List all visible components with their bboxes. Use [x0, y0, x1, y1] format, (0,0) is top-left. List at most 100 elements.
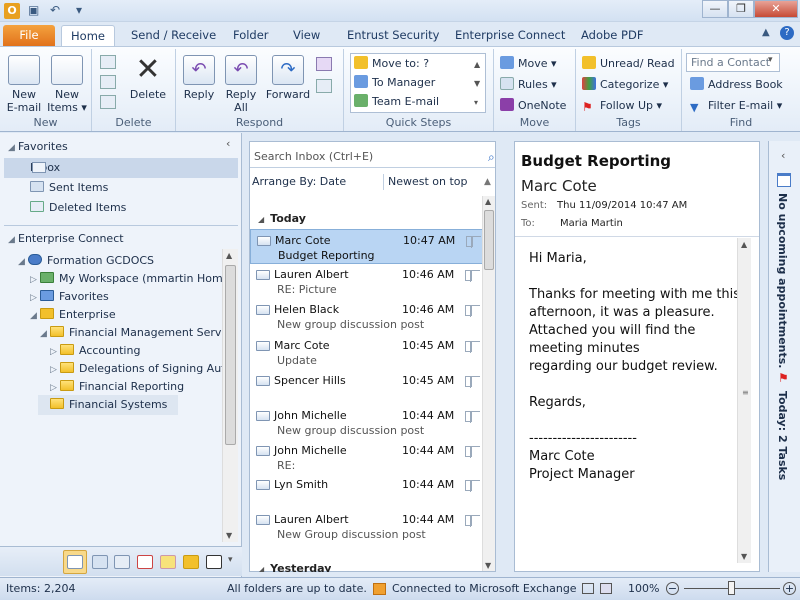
normal-view-icon[interactable] [582, 583, 594, 594]
nav-scrollbar-thumb[interactable] [225, 265, 236, 445]
tab-view[interactable]: View [283, 25, 330, 46]
configure-buttons-icon[interactable]: ▾ [228, 555, 233, 565]
customize-qat-icon[interactable]: ▾ [76, 3, 82, 17]
reply-all-button[interactable]: ↶ Reply All [220, 51, 262, 114]
outlook-app-icon[interactable]: O [4, 3, 20, 19]
arrange-by-button[interactable]: Arrange By: Date [252, 172, 346, 192]
tab-home[interactable]: Home [61, 25, 115, 46]
favorites-header[interactable]: ◢ Favorites [8, 137, 68, 157]
onenote-button[interactable]: OneNote [500, 96, 566, 115]
group-header-yesterday[interactable]: ◢ Yesterday [258, 562, 331, 572]
filter-email-button[interactable]: ▼ Filter E-mail ▾ [690, 96, 782, 115]
ignore-icon[interactable] [100, 55, 116, 69]
follow-up-button[interactable]: ⚑ Follow Up ▾ [582, 96, 662, 115]
flag-icon[interactable] [470, 411, 480, 423]
message-row[interactable]: Lauren Albert 10:44 AM New Group discuss… [250, 509, 482, 544]
message-row[interactable]: Helen Black 10:46 AM New group discussio… [250, 299, 482, 334]
tree-financial-management[interactable]: ◢ Financial Management Servic [40, 323, 222, 343]
message-row[interactable]: John Michelle 10:44 AM RE: [250, 440, 482, 475]
move-button[interactable]: Move ▾ [500, 54, 557, 73]
find-contact-input[interactable]: Find a Contact [686, 53, 780, 72]
send-receive-all-icon[interactable]: ▣ [28, 3, 39, 17]
expand-todo-icon[interactable]: ‹ [781, 149, 785, 162]
message-row[interactable]: Lyn Smith 10:44 AM [250, 474, 482, 509]
tree-financial-systems[interactable]: Financial Systems [38, 395, 178, 415]
nav-item-deleted-items[interactable]: Deleted Items [30, 198, 126, 218]
tree-formation-gcdocs[interactable]: ◢ Formation GCDOCS [18, 251, 154, 271]
tree-accounting[interactable]: ▷ Accounting [50, 341, 140, 361]
message-list-scrollbar[interactable]: ▲ ▼ [482, 196, 495, 571]
close-button[interactable]: ✕ [754, 0, 798, 18]
tab-send-receive[interactable]: Send / Receive [121, 25, 226, 46]
zoom-out-icon[interactable]: − [666, 582, 679, 595]
nav-scrollbar[interactable]: ▲ ▼ [222, 249, 238, 542]
nav-item-sent-items[interactable]: Sent Items [30, 178, 108, 198]
exchange-status[interactable]: Connected to Microsoft Exchange [392, 578, 577, 599]
quick-step-team-email[interactable]: Team E-mail [351, 92, 485, 111]
categorize-button[interactable]: Categorize ▾ [582, 75, 668, 94]
find-contact-dropdown-icon[interactable]: ▾ [768, 55, 773, 65]
sort-order-button[interactable]: Newest on top [388, 172, 468, 192]
quick-step-to-manager[interactable]: To Manager [351, 73, 485, 92]
tree-my-workspace[interactable]: ▷ My Workspace (mmartin Home) [30, 269, 234, 289]
sort-direction-icon[interactable]: ▲ [484, 172, 491, 192]
address-book-button[interactable]: Address Book [690, 75, 783, 94]
search-inbox-input[interactable]: Search Inbox (Ctrl+E) [250, 148, 495, 168]
message-row[interactable]: Spencer Hills 10:45 AM [250, 370, 482, 405]
message-row[interactable]: Marc Cote 10:47 AM Budget Reporting [250, 229, 494, 264]
group-header-today[interactable]: ◢ Today [258, 212, 306, 225]
tree-delegations[interactable]: ▷ Delegations of Signing Auth [50, 359, 222, 379]
minimize-ribbon-icon[interactable]: ▲ [762, 27, 770, 38]
message-row[interactable]: Marc Cote 10:45 AM Update [250, 335, 482, 370]
tree-financial-reporting[interactable]: ▷ Financial Reporting [50, 377, 184, 397]
flag-icon[interactable] [471, 236, 481, 248]
flag-icon[interactable] [470, 270, 480, 282]
delete-button[interactable]: ✕ Delete [127, 51, 169, 102]
tasks-icon[interactable] [137, 555, 153, 569]
message-row[interactable]: John Michelle 10:44 AM New group discuss… [250, 405, 482, 440]
tree-enterprise[interactable]: ◢ Enterprise [30, 305, 116, 325]
zoom-in-icon[interactable]: + [783, 582, 796, 595]
zoom-slider-thumb[interactable] [728, 581, 735, 595]
meeting-icon[interactable] [316, 57, 332, 71]
unread-read-button[interactable]: Unread/ Read [582, 54, 675, 73]
junk-icon[interactable] [100, 95, 116, 109]
flag-icon[interactable] [470, 480, 480, 492]
zoom-level[interactable]: 100% [628, 578, 659, 599]
shortcuts-icon[interactable] [206, 555, 222, 569]
reading-pane-scrollbar[interactable]: ▲ ≡ ▼ [737, 238, 751, 563]
flag-icon[interactable] [470, 341, 480, 353]
tab-enterprise-connect[interactable]: Enterprise Connect [445, 25, 575, 46]
flag-icon[interactable] [470, 515, 480, 527]
quick-step-move-to[interactable]: Move to: ? [351, 54, 485, 73]
enterprise-connect-header[interactable]: ◢ Enterprise Connect [8, 229, 124, 249]
flag-icon[interactable] [470, 446, 480, 458]
tab-folder[interactable]: Folder [223, 25, 279, 46]
quick-steps-scroll-icon[interactable]: ▲ ▼ ▾ [474, 55, 480, 112]
minimize-button[interactable]: — [702, 0, 728, 18]
calendar-icon[interactable] [92, 555, 108, 569]
message-row[interactable]: Lauren Albert 10:46 AM RE: Picture [250, 264, 482, 299]
forward-button[interactable]: ↷ Forward [264, 51, 312, 101]
flag-icon[interactable] [470, 305, 480, 317]
reading-view-icon[interactable] [600, 583, 612, 594]
clean-up-icon[interactable] [100, 75, 116, 89]
restore-button[interactable]: ❐ [728, 0, 754, 18]
tasks-count-text[interactable]: Today: 2 Tasks [776, 391, 789, 480]
recipient[interactable]: Maria Martin [560, 218, 623, 229]
search-icon[interactable]: ⌕ [488, 150, 495, 165]
tab-entrust-security[interactable]: Entrust Security [337, 25, 449, 46]
tab-adobe-pdf[interactable]: Adobe PDF [571, 25, 653, 46]
flag-icon[interactable] [470, 376, 480, 388]
tab-file[interactable]: File [3, 25, 55, 46]
reading-sender[interactable]: Marc Cote [521, 177, 597, 195]
reply-button[interactable]: ↶ Reply [178, 51, 220, 101]
help-icon[interactable]: ? [780, 26, 794, 40]
contacts-icon[interactable] [114, 555, 130, 569]
message-list-scrollbar-thumb[interactable] [484, 210, 494, 270]
more-respond-icon[interactable] [316, 79, 332, 93]
new-email-button[interactable]: New E-mail [3, 51, 45, 114]
rules-button[interactable]: Rules ▾ [500, 75, 557, 94]
tree-favorites[interactable]: ▷ Favorites [30, 287, 109, 307]
notes-icon[interactable] [160, 555, 176, 569]
